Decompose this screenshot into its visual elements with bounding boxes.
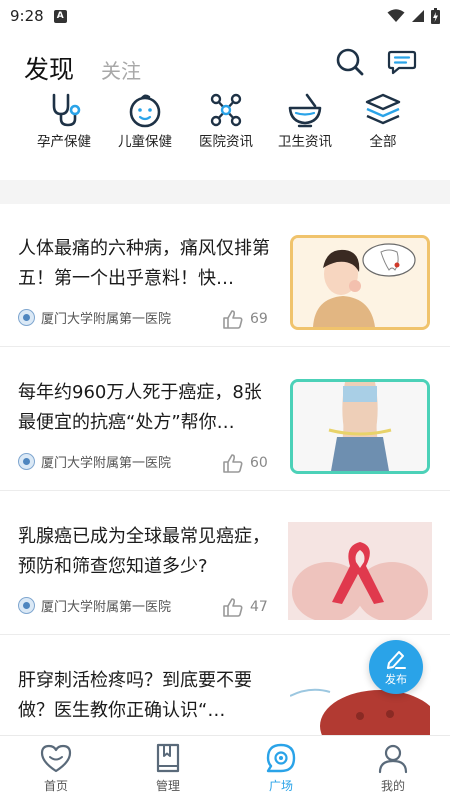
source-name: 厦门大学附属第一医院: [41, 456, 172, 471]
layers-icon: [365, 93, 401, 125]
nav-label: 管理: [155, 779, 180, 793]
category-all[interactable]: 全部: [338, 92, 428, 150]
category-hospital-news[interactable]: 医院资讯: [181, 92, 271, 150]
user-icon: [378, 744, 408, 774]
heart-smile-icon: [40, 744, 72, 773]
thumbs-up-icon: [223, 454, 243, 473]
article-source: 厦门大学附属第一医院: [18, 596, 171, 615]
publish-button[interactable]: 发布: [369, 640, 423, 694]
nav-square[interactable]: 广场: [225, 742, 337, 794]
like-button[interactable]: 60: [222, 452, 268, 474]
nav-label: 首页: [43, 779, 68, 793]
stethoscope-icon: [52, 93, 81, 127]
nav-label: 我的: [380, 779, 405, 793]
article-source: 厦门大学附属第一医院: [18, 452, 171, 471]
article-thumbnail: [290, 379, 430, 474]
toothache-illustration: [293, 238, 427, 327]
source-name: 厦门大学附属第一医院: [41, 600, 172, 615]
category-health-news[interactable]: 卫生资讯: [260, 92, 350, 150]
status-time: 9:28: [10, 7, 44, 25]
nav-home[interactable]: 首页: [0, 742, 112, 794]
search-button[interactable]: [334, 46, 366, 78]
waist-measure-illustration: [293, 382, 427, 471]
category-bar: 孕产保健 儿童保健 医院资讯 卫生资讯 全部: [0, 92, 450, 158]
battery-icon: [431, 8, 440, 24]
hospital-logo-icon: [18, 453, 35, 470]
signal-icon: [412, 10, 424, 22]
book-icon: [156, 743, 180, 773]
like-button[interactable]: 47: [222, 596, 268, 618]
pen-icon: [387, 650, 406, 669]
category-maternal-care[interactable]: 孕产保健: [19, 92, 109, 150]
compass-bubble-icon: [266, 743, 296, 773]
bottom-nav: 首页 管理 广场 我的: [0, 735, 450, 800]
thumbs-up-icon: [223, 598, 243, 617]
wifi-icon: [387, 9, 405, 22]
category-label: 医院资讯: [199, 134, 253, 150]
article-title: 人体最痛的六种病，痛风仅排第五！第一个出乎意料！快…: [18, 238, 270, 289]
article-title: 每年约960万人死于癌症，8张最便宜的抗癌“处方”帮你…: [18, 382, 262, 433]
chat-bubble-icon: [387, 50, 417, 75]
article-card[interactable]: 乳腺癌已成为全球最常见癌症，预防和筛查您知道多少? 厦门大学附属第一医院 47: [0, 492, 450, 635]
article-title: 乳腺癌已成为全球最常见癌症，预防和筛查您知道多少?: [18, 526, 270, 577]
article-source: 厦门大学附属第一医院: [18, 308, 171, 327]
article-card[interactable]: 每年约960万人死于癌症，8张最便宜的抗癌“处方”帮你… 厦门大学附属第一医院 …: [0, 348, 450, 491]
like-count: 47: [250, 599, 268, 615]
nav-label: 广场: [268, 779, 293, 793]
pink-ribbon-illustration: [288, 522, 432, 620]
section-divider: [0, 180, 450, 204]
article-card[interactable]: 人体最痛的六种病，痛风仅排第五！第一个出乎意料！快… 厦门大学附属第一医院 69: [0, 204, 450, 347]
network-nodes-icon: [210, 93, 242, 127]
nav-profile[interactable]: 我的: [337, 742, 449, 794]
notification-icon: A: [53, 9, 67, 23]
like-count: 60: [250, 455, 268, 471]
category-label: 卫生资讯: [278, 134, 332, 150]
article-thumbnail: [288, 522, 432, 620]
thumbs-up-icon: [223, 310, 243, 329]
search-icon: [336, 48, 364, 76]
mortar-bowl-icon: [288, 93, 322, 128]
status-icons: [387, 8, 440, 24]
header: 发现 关注: [0, 40, 450, 90]
like-count: 69: [250, 311, 268, 327]
publish-label: 发布: [385, 672, 407, 686]
category-label: 全部: [369, 134, 397, 150]
category-child-care[interactable]: 儿童保健: [100, 92, 190, 150]
hospital-logo-icon: [18, 309, 35, 326]
baby-face-icon: [129, 94, 161, 128]
source-name: 厦门大学附属第一医院: [41, 312, 172, 327]
tab-discover[interactable]: 发现: [24, 50, 74, 86]
article-thumbnail: [290, 235, 430, 330]
like-button[interactable]: 69: [222, 308, 268, 330]
hospital-logo-icon: [18, 597, 35, 614]
nav-manage[interactable]: 管理: [112, 742, 224, 794]
status-bar: 9:28 A: [0, 0, 450, 32]
category-label: 孕产保健: [37, 134, 91, 150]
message-button[interactable]: [386, 46, 418, 78]
category-label: 儿童保健: [118, 134, 172, 150]
tab-follow[interactable]: 关注: [101, 55, 141, 84]
article-title: 肝穿刺活检疼吗？到底要不要做？医生教你正确认识“…: [18, 670, 252, 721]
